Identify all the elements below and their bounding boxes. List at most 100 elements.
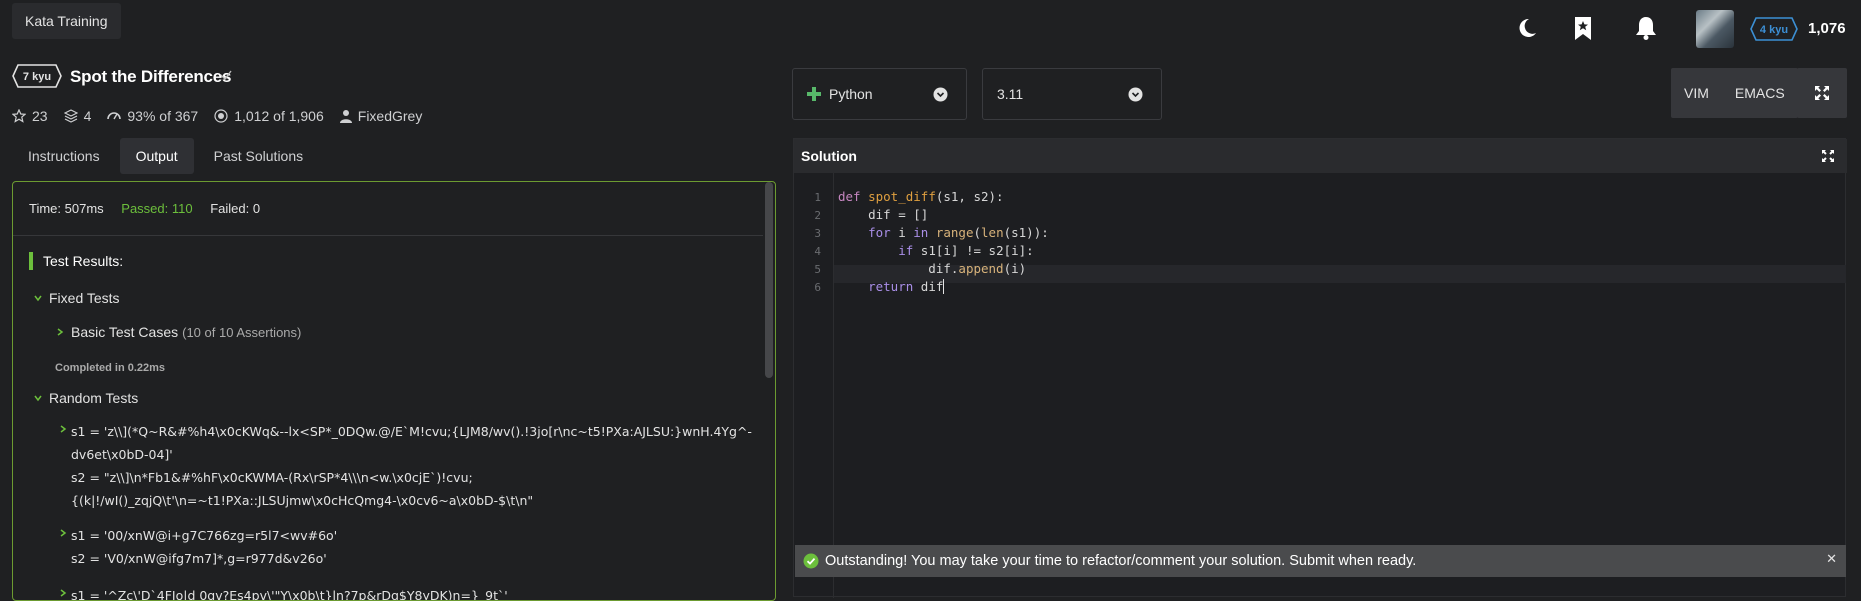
fullscreen-button[interactable] [1797, 68, 1847, 118]
line-number: 3 [814, 227, 821, 240]
emacs-button[interactable]: EMACS [1722, 68, 1798, 118]
chevron-down-icon [1128, 87, 1143, 102]
test-results-heading: Test Results: [29, 252, 123, 270]
completed-icon [214, 109, 228, 123]
check-circle-icon [803, 553, 819, 569]
fixed-tests-label: Fixed Tests [49, 290, 120, 306]
random-test-case[interactable]: s1 = '^Zc\'D`4FIo|d 0qv?Es4pv\'"Y\x0b\t}… [55, 584, 755, 601]
line-number: 6 [814, 281, 821, 294]
kata-stats: 23 4 93% of 367 1,012 of 1,906 FixedGrey [12, 106, 438, 126]
failed-label: Failed: 0 [210, 201, 261, 216]
random-test-case[interactable]: s1 = 'z\\](*Q~R&#%h4\x0cKWq&--lx<SP*_0DQ… [55, 420, 755, 512]
random-tests-label: Random Tests [49, 390, 139, 406]
stars-count: 23 [32, 108, 48, 124]
expand-icon [1815, 86, 1829, 100]
code-line-3[interactable]: for i in range(len(s1)): [838, 225, 1049, 240]
case-1-s1-line1: s1 = 'z\\](*Q~R&#%h4\x0cKWq&--lx<SP*_0DQ… [71, 424, 752, 439]
version-value: 3.11 [997, 86, 1024, 102]
line-number: 1 [814, 191, 821, 204]
stars-stat[interactable]: 23 [12, 108, 48, 124]
chevron-right-icon [57, 328, 64, 336]
completed-count: 1,012 [234, 108, 270, 124]
author-stat[interactable]: FixedGrey [339, 108, 423, 124]
case-3-s1: s1 = '^Zc\'D`4FIo|d 0qv?Es4pv\'"Y\x0b\t}… [71, 588, 508, 601]
moon-icon[interactable] [1515, 15, 1539, 41]
keybinding-toggle: VIM EMACS [1671, 68, 1798, 118]
layers-icon [63, 109, 78, 123]
vim-button[interactable]: VIM [1671, 68, 1722, 118]
output-scrollbar[interactable] [765, 182, 773, 378]
collections-count: 4 [83, 108, 92, 124]
top-bar: Kata Training 4 kyu 1,076 [0, 0, 1861, 58]
results-accent-bar [29, 252, 33, 270]
language-value: Python [829, 86, 873, 102]
star-icon [12, 109, 26, 123]
fixed-tests-group[interactable]: Fixed Tests [33, 290, 120, 306]
line-number: 5 [814, 263, 821, 276]
passed-label: Passed: 110 [121, 201, 193, 216]
case-2-s1: s1 = '00/xnW@i+g7C766zg=r5l7<wv#6o' [71, 528, 338, 543]
user-icon [339, 110, 352, 123]
completed-total: of 1,906 [273, 108, 324, 124]
output-panel: Time: 507ms Passed: 110 Failed: 0 Test R… [12, 181, 776, 601]
close-icon[interactable]: ✕ [1826, 551, 1837, 567]
kyu-label: 7 kyu [23, 71, 51, 83]
success-banner: Outstanding! You may take your time to r… [795, 545, 1846, 577]
success-message: Outstanding! You may take your time to r… [825, 553, 1417, 569]
test-summary: Time: 507ms Passed: 110 Failed: 0 [13, 182, 763, 236]
case-1-s2-line1: s2 = "z\\]\n*Fb1&#%hF\x0cKWMA-(Rx\rSP*4\… [71, 470, 473, 485]
satisfaction-value: 93% of 367 [127, 108, 199, 124]
rank-badge: 4 kyu [1750, 17, 1798, 41]
user-avatar[interactable] [1696, 10, 1734, 48]
random-test-case[interactable]: s1 = '00/xnW@i+g7C766zg=r5l7<wv#6o' s2 =… [55, 524, 755, 570]
completed-in-label: Completed in 0.22ms [55, 362, 166, 374]
python-icon [807, 87, 821, 101]
basic-test-cases[interactable]: Basic Test Cases (10 of 10 Assertions) [55, 324, 301, 340]
case-1-s1-line2: dv6et\x0bD-04]' [71, 447, 173, 462]
chevron-right-icon [60, 529, 67, 537]
kata-tabs: Instructions Output Past Solutions [12, 138, 323, 174]
tab-instructions[interactable]: Instructions [12, 138, 116, 174]
code-line-1[interactable]: def spot_diff(s1, s2): [838, 189, 1004, 204]
language-select[interactable]: Python [792, 68, 967, 120]
code-editor[interactable]: Solution 1 2 3 4 5 6 def spot_diff(s1, s… [793, 138, 1847, 598]
chevron-down-icon [34, 395, 42, 402]
case-2-s2: s2 = 'V0/xnW@ifg7m7]*,g=r977d&v26o' [71, 551, 327, 566]
rank-label: 4 kyu [1760, 24, 1788, 36]
bookmark-star-icon[interactable] [1571, 15, 1595, 41]
tab-output[interactable]: Output [119, 138, 194, 174]
expand-icon[interactable] [1821, 149, 1835, 163]
satisfaction-stat: 93% of 367 [107, 108, 198, 124]
line-gutter: 1 2 3 4 5 6 [794, 173, 834, 598]
kyu-badge: 7 kyu [12, 64, 62, 88]
author-name: FixedGrey [357, 108, 423, 124]
kata-training-button[interactable]: Kata Training [12, 3, 121, 39]
check-icon [220, 70, 232, 81]
satisfaction-icon [107, 112, 122, 120]
bell-icon[interactable] [1634, 15, 1658, 41]
random-tests-group[interactable]: Random Tests [33, 390, 138, 406]
solution-title: Solution [801, 148, 857, 164]
completed-stat: 1,012 of 1,906 [214, 108, 324, 124]
collections-stat[interactable]: 4 [63, 108, 92, 124]
test-results-label: Test Results: [43, 253, 124, 269]
line-number: 4 [814, 245, 821, 258]
chevron-right-icon [60, 425, 67, 433]
chevron-down-icon [933, 87, 948, 102]
editor-header: Solution [794, 139, 1847, 173]
kata-title: Spot the Differences [70, 67, 232, 86]
chevron-right-icon [60, 589, 67, 597]
tab-past-solutions[interactable]: Past Solutions [198, 138, 320, 174]
code-line-5[interactable]: dif.append(i) [838, 261, 1026, 276]
time-label: Time: 507ms [29, 201, 104, 216]
code-line-4[interactable]: if s1[i] != s2[i]: [838, 243, 1033, 258]
code-line-6[interactable]: return dif [838, 279, 945, 294]
chevron-down-icon [34, 295, 42, 302]
text-caret [943, 279, 945, 294]
code-line-2[interactable]: dif = [] [838, 207, 928, 222]
version-select[interactable]: 3.11 [982, 68, 1162, 120]
case-1-s2-line2: {(k|!/wI()_zqjQ\t'\n=~t1!PXa::JLSUjmw\x0… [71, 493, 534, 508]
honor-score: 1,076 [1808, 20, 1846, 37]
basic-assertions: (10 of 10 Assertions) [182, 324, 302, 340]
line-number: 2 [814, 209, 821, 222]
